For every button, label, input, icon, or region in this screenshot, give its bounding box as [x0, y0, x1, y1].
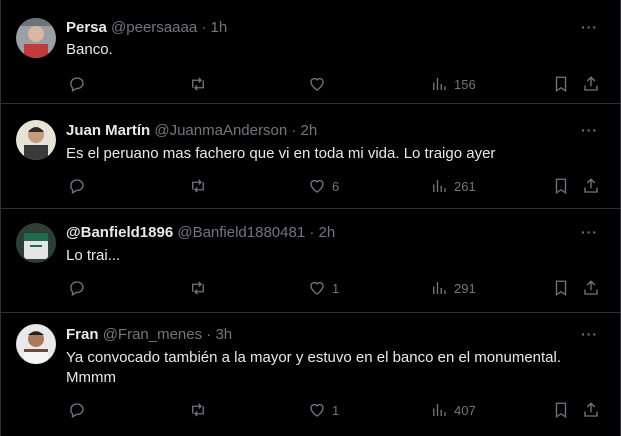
timeline-feed: Persa @peersaaaa · 1h ··· Banco. 156 Jua… [0, 0, 621, 436]
timestamp[interactable]: 2h [319, 224, 336, 241]
reply-icon [70, 77, 84, 92]
user-handle[interactable]: @Fran_menes [103, 326, 202, 343]
share-icon [584, 178, 598, 193]
more-options-button[interactable]: ··· [581, 122, 598, 138]
reply-icon [70, 281, 84, 296]
views-button[interactable]: 156 [430, 75, 476, 93]
bookmark-icon [555, 178, 567, 195]
views-count: 291 [454, 280, 476, 296]
like-button[interactable]: 6 [308, 177, 339, 195]
action-bar: 1 291 [66, 279, 604, 299]
retweet-button[interactable] [189, 177, 207, 195]
display-name[interactable]: @Banfield1896 [66, 224, 173, 241]
tweet-header: Fran @Fran_menes · 3h [66, 326, 232, 343]
share-button[interactable] [582, 177, 600, 195]
analytics-icon [433, 404, 446, 416]
retweet-icon [192, 179, 204, 193]
user-handle[interactable]: @JuanmaAnderson [154, 122, 287, 139]
analytics-icon [433, 282, 446, 294]
bookmark-button[interactable] [552, 75, 570, 93]
tweet-text: Es el peruano mas fachero que vi en toda… [66, 145, 496, 162]
action-bar: 6 261 [66, 177, 604, 197]
bookmark-icon [555, 402, 567, 419]
tweet[interactable]: Juan Martín @JuanmaAnderson · 2h ··· Es … [1, 104, 620, 209]
views-count: 156 [454, 76, 476, 92]
like-button[interactable] [308, 75, 326, 93]
analytics-icon [433, 78, 446, 90]
more-options-button[interactable]: ··· [581, 326, 598, 342]
bookmark-icon [555, 76, 567, 93]
tweet-text: Ya convocado también a la mayor y estuvo… [66, 349, 562, 386]
retweet-button[interactable] [189, 401, 207, 419]
tweet[interactable]: Fran @Fran_menes · 3h ··· Ya convocado t… [1, 313, 620, 436]
share-icon [584, 402, 598, 417]
more-options-button[interactable]: ··· [581, 19, 598, 35]
timestamp[interactable]: 1h [211, 19, 228, 36]
heart-icon [310, 77, 324, 91]
share-button[interactable] [582, 75, 600, 93]
avatar[interactable] [16, 223, 56, 263]
share-button[interactable] [582, 401, 600, 419]
display-name[interactable]: Fran [66, 326, 99, 343]
reply-button[interactable] [68, 401, 86, 419]
retweet-button[interactable] [189, 75, 207, 93]
likes-count: 6 [332, 178, 340, 194]
retweet-icon [192, 281, 204, 295]
tweet-header: @Banfield1896 @Banfield1880481 · 2h [66, 224, 335, 241]
separator-dot: · [309, 224, 315, 241]
action-bar: 156 [66, 75, 604, 95]
reply-button[interactable] [68, 177, 86, 195]
tweet-header: Juan Martín @JuanmaAnderson · 2h [66, 122, 317, 139]
action-bar: 1 407 [66, 401, 604, 421]
bookmark-button[interactable] [552, 177, 570, 195]
display-name[interactable]: Juan Martín [66, 122, 150, 139]
reply-button[interactable] [68, 75, 86, 93]
tweet-text: Lo trai... [66, 247, 121, 264]
more-options-button[interactable]: ··· [581, 224, 598, 240]
likes-count: 1 [332, 280, 340, 296]
analytics-icon [433, 180, 446, 192]
share-icon [584, 280, 598, 295]
tweet-text: Banco. [66, 41, 113, 58]
heart-icon [310, 179, 324, 193]
avatar[interactable] [16, 120, 56, 160]
avatar[interactable] [16, 324, 56, 364]
separator-dot: · [206, 326, 212, 343]
like-button[interactable]: 1 [308, 279, 339, 297]
separator-dot: · [291, 122, 297, 139]
timestamp[interactable]: 2h [301, 122, 318, 139]
reply-icon [70, 179, 84, 194]
tweet[interactable]: Persa @peersaaaa · 1h ··· Banco. 156 [1, 0, 620, 104]
views-button[interactable]: 261 [430, 177, 476, 195]
reply-button[interactable] [68, 279, 86, 297]
views-button[interactable]: 291 [430, 279, 476, 297]
bookmark-button[interactable] [552, 279, 570, 297]
likes-count: 1 [332, 402, 340, 418]
views-count: 407 [454, 402, 476, 418]
retweet-button[interactable] [189, 279, 207, 297]
user-handle[interactable]: @peersaaaa [111, 19, 197, 36]
bookmark-icon [555, 280, 567, 297]
share-icon [584, 76, 598, 91]
retweet-icon [192, 403, 204, 417]
user-handle[interactable]: @Banfield1880481 [177, 224, 305, 241]
share-button[interactable] [582, 279, 600, 297]
avatar[interactable] [16, 18, 56, 58]
bookmark-button[interactable] [552, 401, 570, 419]
like-button[interactable]: 1 [308, 401, 339, 419]
display-name[interactable]: Persa [66, 19, 107, 36]
tweet[interactable]: @Banfield1896 @Banfield1880481 · 2h ··· … [1, 209, 620, 313]
views-count: 261 [454, 178, 476, 194]
retweet-icon [192, 77, 204, 91]
views-button[interactable]: 407 [430, 401, 476, 419]
separator-dot: · [201, 19, 207, 36]
heart-icon [310, 281, 324, 295]
tweet-header: Persa @peersaaaa · 1h [66, 19, 227, 36]
heart-icon [310, 403, 324, 417]
reply-icon [70, 403, 84, 418]
timestamp[interactable]: 3h [215, 326, 232, 343]
